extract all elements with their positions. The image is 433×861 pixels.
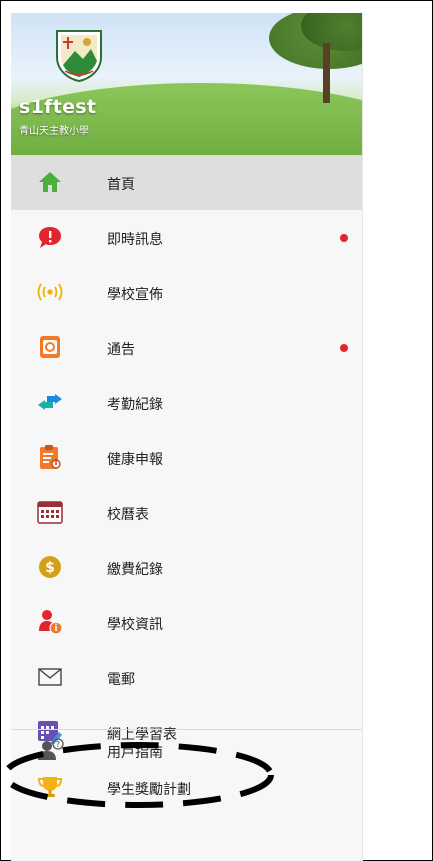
school-logo-icon: [56, 30, 102, 83]
home-icon: [37, 169, 63, 195]
dollar-coin-icon: $: [37, 554, 63, 580]
envelope-icon: [37, 664, 63, 690]
notice-icon: [37, 334, 63, 360]
menu-item-label: 通告: [107, 342, 135, 358]
health-clipboard-icon: [37, 444, 63, 470]
menu-item-notice[interactable]: 通告: [11, 320, 362, 375]
header-hill-background: [11, 83, 362, 155]
menu-item-school-announcement[interactable]: 學校宣佈: [11, 265, 362, 320]
menu-item-school-info[interactable]: 學校資訊: [11, 595, 362, 650]
broadcast-icon: [37, 279, 63, 305]
unread-badge: [340, 344, 348, 352]
menu-item-label: 學校資訊: [107, 617, 163, 633]
menu-item-label: 健康申報: [107, 452, 163, 468]
menu-item-email[interactable]: 電郵: [11, 650, 362, 705]
tree-trunk: [323, 43, 330, 103]
svg-text:$: $: [45, 560, 55, 576]
menu-item-label: 首頁: [107, 177, 135, 193]
menu-item-label: 繳費紀錄: [107, 562, 163, 578]
drawer-menu: 首頁 即時訊息 學校宣佈 通告 考勤紀錄 健康申報 校曆表 $ 繳費紀錄 學校資…: [11, 155, 362, 815]
svg-text:?: ?: [56, 740, 60, 749]
message-alert-icon: [37, 224, 63, 250]
navigation-drawer: s1ftest 青山天主教小學 首頁 即時訊息 學校宣佈 通告 考勤紀錄 健康申…: [11, 13, 363, 861]
menu-item-user-guide[interactable]: ? 用戶指南: [11, 730, 362, 785]
menu-item-label: 用戶指南: [107, 745, 163, 761]
menu-item-label: 學校宣佈: [107, 287, 163, 303]
menu-item-attendance[interactable]: 考勤紀錄: [11, 375, 362, 430]
menu-item-label: 電郵: [107, 672, 135, 688]
menu-item-instant-message[interactable]: 即時訊息: [11, 210, 362, 265]
menu-item-label: 校曆表: [107, 507, 149, 523]
menu-item-school-calendar[interactable]: 校曆表: [11, 485, 362, 540]
user-name: s1ftest: [19, 96, 97, 118]
menu-item-payment-record[interactable]: $ 繳費紀錄: [11, 540, 362, 595]
menu-item-home[interactable]: 首頁: [11, 155, 362, 210]
school-name: 青山天主教小學: [19, 126, 89, 137]
calendar-icon: [37, 499, 63, 525]
menu-item-label: 即時訊息: [107, 232, 163, 248]
attendance-arrows-icon: [37, 389, 63, 415]
unread-badge: [340, 234, 348, 242]
school-info-icon: [37, 609, 63, 635]
menu-item-health-declaration[interactable]: 健康申報: [11, 430, 362, 485]
menu-item-label: 考勤紀錄: [107, 397, 163, 413]
user-guide-icon: ?: [37, 738, 64, 764]
drawer-header: s1ftest 青山天主教小學: [11, 13, 362, 155]
